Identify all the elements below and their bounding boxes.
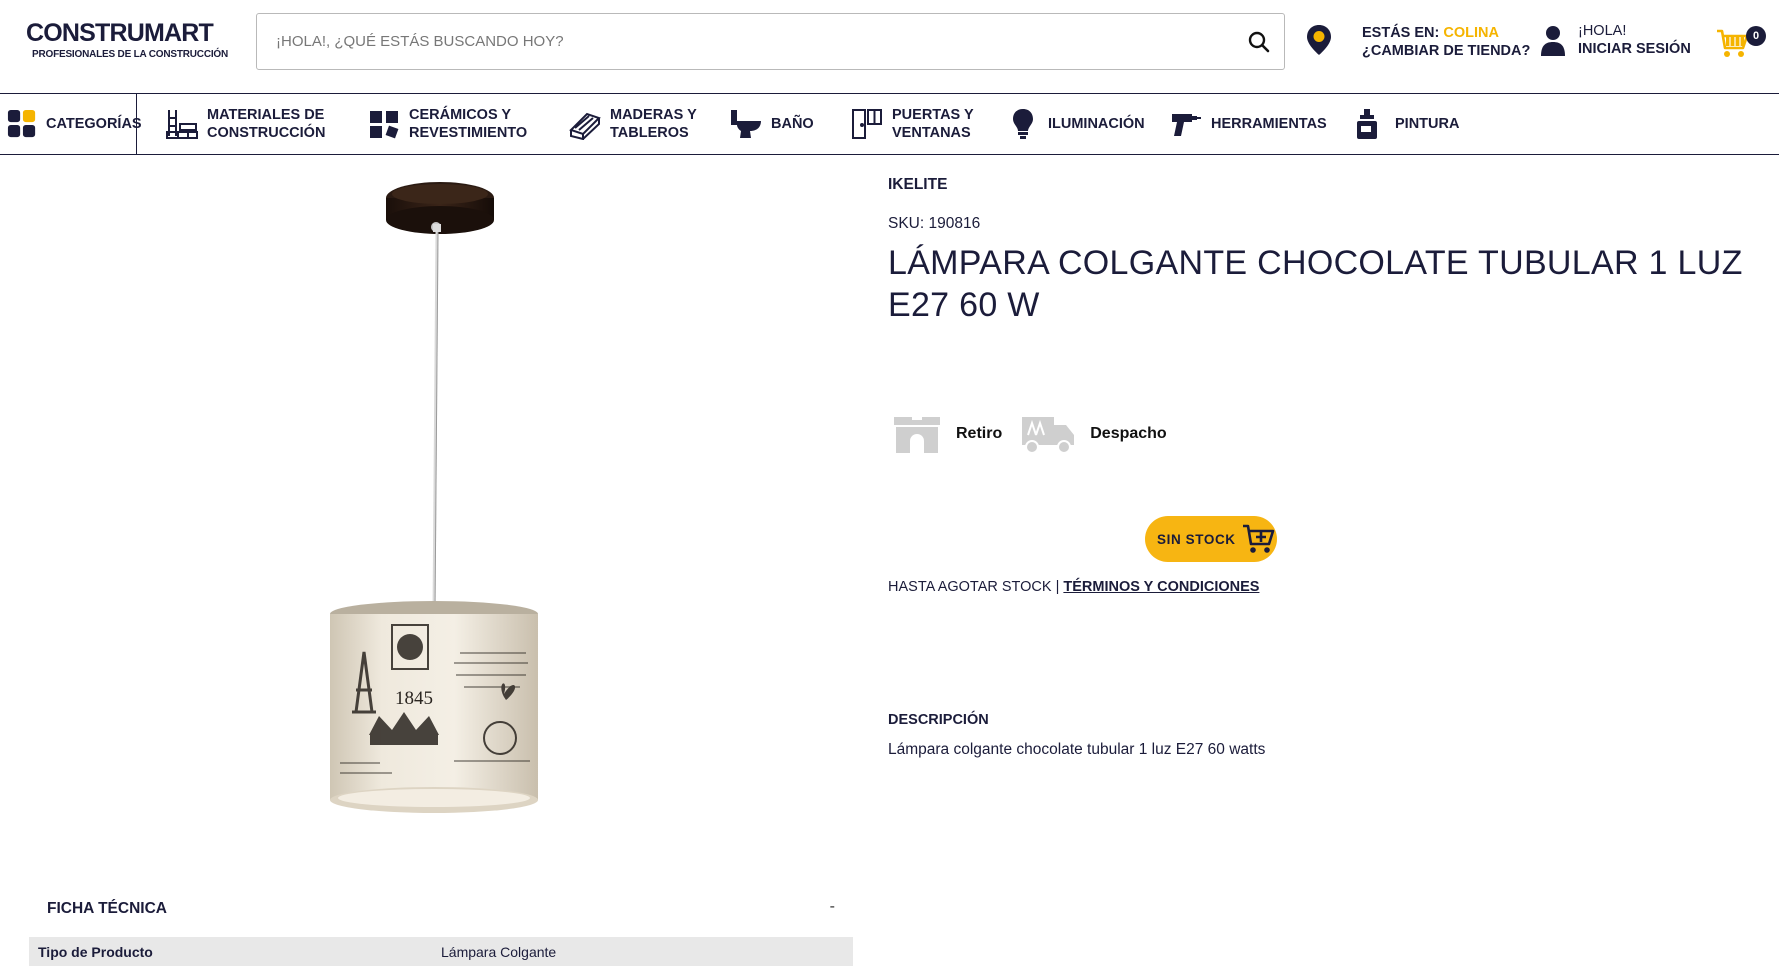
user-icon: [1541, 26, 1565, 56]
store-selector[interactable]: ESTÁS EN: COLINA ¿CAMBIAR DE TIENDA?: [1306, 24, 1546, 64]
add-to-cart-icon: [1242, 524, 1274, 553]
store-text: ESTÁS EN: COLINA ¿CAMBIAR DE TIENDA?: [1362, 24, 1530, 60]
search-input[interactable]: [257, 14, 1217, 69]
nav-item-herramientas[interactable]: HERRAMIENTAS: [1170, 94, 1327, 154]
store-name: COLINA: [1443, 25, 1499, 41]
pendant-lamp-illustration: 1845: [330, 182, 538, 813]
logo-wordmark: CONSTRUMART: [26, 19, 214, 47]
delivery-retiro-label: Retiro: [956, 425, 1003, 442]
change-store-link[interactable]: ¿CAMBIAR DE TIENDA?: [1362, 43, 1530, 59]
nav-item-label: ILUMINACIÓN: [1048, 116, 1145, 132]
nav-item-label: PINTURA: [1395, 116, 1460, 132]
spec-key: Tipo de Producto: [38, 944, 153, 960]
delivery-option-retiro: Retiro: [892, 413, 1002, 455]
nav-item-label: HERRAMIENTAS: [1211, 116, 1327, 132]
nav-categories[interactable]: CATEGORÍAS: [0, 94, 142, 154]
nav-item-label: MATERIALES DE CONSTRUCCIÓN: [207, 107, 326, 141]
technical-sheet-title: FICHA TÉCNICA: [47, 900, 167, 917]
delivery-truck-icon: [1022, 417, 1075, 454]
nav-item-bano[interactable]: BAÑO: [730, 94, 814, 154]
nav-item-label: PUERTAS Y VENTANAS: [892, 107, 974, 141]
spec-row: Tipo de Producto Lámpara Colgante: [29, 937, 853, 966]
collapse-toggle[interactable]: -: [830, 898, 835, 916]
description-heading: DESCRIPCIÓN: [888, 712, 989, 728]
nav-item-puertas[interactable]: PUERTAS Y VENTANAS: [851, 94, 974, 154]
nav-item-label: MADERAS Y TABLEROS: [610, 107, 697, 141]
spec-value: Lámpara Colgante: [441, 944, 557, 960]
location-pin-icon: [1307, 25, 1331, 55]
paint-icon: [1357, 109, 1377, 139]
account-text: ¡HOLA! INICIAR SESIÓN: [1578, 22, 1691, 58]
stock-button-label: SIN STOCK: [1157, 531, 1236, 547]
delivery-options: Retiro Despacho: [892, 412, 1185, 456]
door-icon: [852, 109, 882, 139]
nav-item-iluminacion[interactable]: ILUMINACIÓN: [1007, 94, 1145, 154]
nav-item-ceramicos[interactable]: CERÁMICOS Y REVESTIMIENTO: [368, 94, 527, 154]
delivery-despacho-label: Despacho: [1090, 425, 1167, 442]
store-pickup-icon: [894, 415, 940, 453]
site-header: CONSTRUMART PROFESIONALES DE LA CONSTRUC…: [0, 0, 1779, 93]
product-brand[interactable]: IKELITE: [888, 176, 947, 194]
out-of-stock-button[interactable]: SIN STOCK: [1145, 516, 1277, 562]
tiles-icon: [370, 111, 399, 139]
greeting-text: ¡HOLA!: [1578, 23, 1627, 39]
toilet-icon: [731, 110, 761, 138]
product-title: LÁMPARA COLGANTE CHOCOLATE TUBULAR 1 LUZ…: [888, 244, 1743, 324]
categories-grid-icon: [7, 109, 36, 138]
wood-icon: [569, 112, 601, 140]
search-bar: [256, 13, 1285, 70]
store-prefix: ESTÁS EN:: [1362, 25, 1444, 41]
lamp-print-year: 1845: [395, 688, 433, 709]
product-sku: SKU: 190816: [888, 215, 981, 232]
search-button[interactable]: [1248, 31, 1270, 53]
delivery-option-despacho: Despacho: [1020, 413, 1167, 455]
categories-label: CATEGORÍAS: [46, 116, 142, 132]
nav-item-maderas[interactable]: MADERAS Y TABLEROS: [569, 94, 697, 154]
nav-item-materiales[interactable]: MATERIALES DE CONSTRUCCIÓN: [166, 94, 325, 154]
stock-terms: HASTA AGOTAR STOCK | TÉRMINOS Y CONDICIO…: [888, 579, 1259, 595]
category-nav: CATEGORÍAS MATERIALES DE CONSTRUCCIÓN CE…: [0, 93, 1779, 155]
terms-link[interactable]: TÉRMINOS Y CONDICIONES: [1063, 579, 1259, 595]
cart-button[interactable]: 0: [1716, 24, 1770, 58]
search-icon: [1248, 31, 1270, 53]
account-login[interactable]: ¡HOLA! INICIAR SESIÓN: [1540, 22, 1700, 62]
nav-item-label: CERÁMICOS Y REVESTIMIENTO: [409, 107, 528, 141]
construmart-logo[interactable]: CONSTRUMART PROFESIONALES DE LA CONSTRUC…: [26, 19, 229, 66]
cart-icon: [1717, 29, 1749, 57]
terms-prefix: HASTA AGOTAR STOCK |: [888, 579, 1064, 595]
drill-icon: [1172, 114, 1201, 136]
description-text: Lámpara colgante chocolate tubular 1 luz…: [888, 741, 1266, 758]
cart-count-badge: 0: [1746, 26, 1766, 46]
nav-item-label: BAÑO: [771, 116, 814, 132]
logo-tagline: PROFESIONALES DE LA CONSTRUCCIÓN: [32, 49, 229, 60]
product-image[interactable]: 1845: [104, 172, 784, 848]
nav-item-pintura[interactable]: PINTURA: [1354, 94, 1459, 154]
login-link[interactable]: INICIAR SESIÓN: [1578, 40, 1691, 58]
bulb-icon: [1013, 109, 1033, 139]
bricks-icon: [166, 110, 198, 139]
technical-sheet-header[interactable]: FICHA TÉCNICA -: [29, 886, 853, 926]
